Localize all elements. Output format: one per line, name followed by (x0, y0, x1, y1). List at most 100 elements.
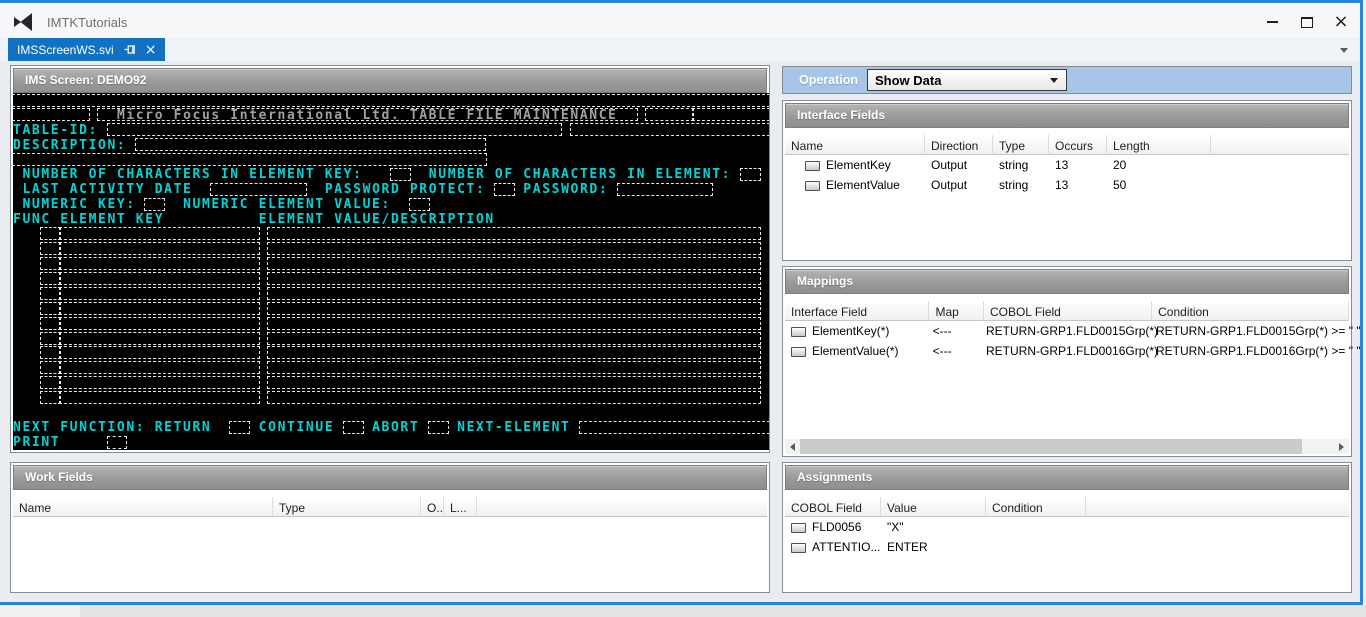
document-tab[interactable]: IMSScreenWS.svi × (8, 38, 165, 61)
screen-field[interactable] (409, 198, 430, 211)
screen-field[interactable] (13, 153, 487, 166)
screen-field[interactable] (267, 346, 760, 359)
assignments-table: COBOL FieldValueConditionFLD0056"X"ATTEN… (785, 497, 1349, 557)
screen-field[interactable] (579, 421, 769, 434)
column-header-o-[interactable]: O... (421, 497, 444, 517)
screen-field[interactable] (267, 361, 760, 374)
column-header-condition[interactable]: Condition (986, 497, 1086, 517)
scroll-left-arrow-icon[interactable] (785, 439, 800, 454)
column-header-type[interactable]: Type (273, 497, 421, 517)
screen-field[interactable] (59, 391, 259, 404)
tab-list-dropdown-icon[interactable] (1340, 48, 1348, 53)
table-row[interactable]: ElementKey(*)<---RETURN-GRP1.FLD0015Grp(… (785, 321, 1349, 341)
operation-selected-value: Show Data (868, 73, 1050, 88)
screen-field[interactable] (267, 272, 760, 285)
screen-field[interactable] (59, 317, 259, 330)
column-header-cobol-field[interactable]: COBOL Field (984, 301, 1152, 321)
screen-field[interactable] (135, 138, 487, 151)
column-header-type[interactable]: Type (993, 135, 1049, 155)
screen-field[interactable] (13, 108, 90, 121)
screen-field[interactable] (645, 108, 694, 121)
screen-field[interactable] (40, 332, 61, 345)
screen-field[interactable] (267, 242, 760, 255)
scrollbar-thumb[interactable] (800, 439, 1302, 454)
screen-field[interactable] (40, 376, 61, 389)
table-row[interactable]: ElementValueOutputstring1350 (785, 175, 1349, 195)
screen-field[interactable] (13, 94, 769, 107)
operation-select[interactable]: Show Data (867, 69, 1067, 91)
column-header-cobol-field[interactable]: COBOL Field (785, 497, 881, 517)
screen-field[interactable] (59, 302, 259, 315)
screen-field[interactable] (59, 332, 259, 345)
screen-field[interactable] (107, 436, 128, 449)
screen-field[interactable] (40, 272, 61, 285)
screen-field[interactable] (40, 257, 61, 270)
screen-field[interactable] (267, 376, 760, 389)
screen-field[interactable] (107, 123, 563, 136)
table-row[interactable]: ElementValue(*)<---RETURN-GRP1.FLD0016Gr… (785, 341, 1349, 361)
screen-field[interactable] (267, 257, 760, 270)
screen-field[interactable] (59, 361, 259, 374)
screen-field[interactable] (428, 421, 449, 434)
screen-field[interactable] (40, 227, 61, 240)
close-button[interactable]: × (1330, 11, 1352, 33)
screen-text: NUMERIC ELEMENT VALUE: (183, 198, 391, 212)
screen-field[interactable] (144, 198, 165, 211)
titlebar[interactable]: IMTKTutorials × (0, 3, 1360, 38)
column-header-occurs[interactable]: Occurs (1049, 135, 1107, 155)
maximize-button[interactable] (1296, 11, 1318, 33)
column-header-name[interactable]: Name (785, 135, 925, 155)
tab-close-icon[interactable]: × (145, 43, 157, 57)
screen-field[interactable] (59, 227, 259, 240)
column-header-value[interactable]: Value (881, 497, 986, 517)
screen-field[interactable] (267, 391, 760, 404)
pin-icon[interactable] (124, 43, 137, 56)
scroll-right-arrow-icon[interactable] (1334, 439, 1349, 454)
screen-field[interactable] (40, 391, 61, 404)
screen-field[interactable] (692, 108, 769, 121)
screen-field[interactable] (570, 123, 769, 136)
screen-edge-bottom-left (0, 605, 80, 617)
screen-field[interactable] (267, 227, 760, 240)
column-header-length[interactable]: Length (1107, 135, 1211, 155)
screen-field[interactable] (59, 287, 259, 300)
screen-field[interactable] (59, 272, 259, 285)
screen-field[interactable] (59, 257, 259, 270)
table-row[interactable]: ElementKeyOutputstring1320 (785, 155, 1349, 175)
column-header-map[interactable]: Map (929, 301, 983, 321)
screen-field[interactable] (40, 346, 61, 359)
screen-field[interactable] (267, 287, 760, 300)
table-cell: ElementKey(*) (785, 324, 927, 338)
screen-field[interactable] (59, 376, 259, 389)
screen-field[interactable] (267, 317, 760, 330)
column-header-condition[interactable]: Condition (1152, 301, 1349, 321)
minimize-button[interactable] (1261, 11, 1283, 33)
table-header-row: NameTypeO...L... (13, 497, 767, 517)
column-header-interface-field[interactable]: Interface Field (785, 301, 929, 321)
screen-field[interactable] (617, 183, 714, 196)
screen-field[interactable] (229, 421, 250, 434)
screen-field[interactable] (59, 346, 259, 359)
screen-field[interactable] (59, 242, 259, 255)
screen-field[interactable] (40, 317, 61, 330)
screen-field[interactable] (343, 421, 364, 434)
table-cell: RETURN-GRP1.FLD0016Grp(*) >= " " (1150, 344, 1349, 358)
screen-field[interactable] (267, 332, 760, 345)
table-row[interactable]: FLD0056"X" (785, 517, 1349, 537)
screen-field[interactable] (40, 242, 61, 255)
column-header-direction[interactable]: Direction (925, 135, 993, 155)
screen-field[interactable] (267, 302, 760, 315)
table-cell: ENTER (881, 540, 986, 554)
assignments-section: Assignments COBOL FieldValueConditionFLD… (782, 462, 1352, 593)
screen-field[interactable] (40, 302, 61, 315)
column-header-l-[interactable]: L... (444, 497, 477, 517)
screen-field[interactable] (40, 287, 61, 300)
mappings-h-scrollbar[interactable] (785, 439, 1349, 454)
screen-field[interactable] (390, 168, 411, 181)
screen-field[interactable] (40, 361, 61, 374)
screen-field[interactable] (494, 183, 515, 196)
table-row[interactable]: ATTENTIO...ENTER (785, 537, 1349, 557)
screen-field[interactable] (740, 168, 761, 181)
screen-field[interactable] (210, 183, 307, 196)
column-header-name[interactable]: Name (13, 497, 273, 517)
